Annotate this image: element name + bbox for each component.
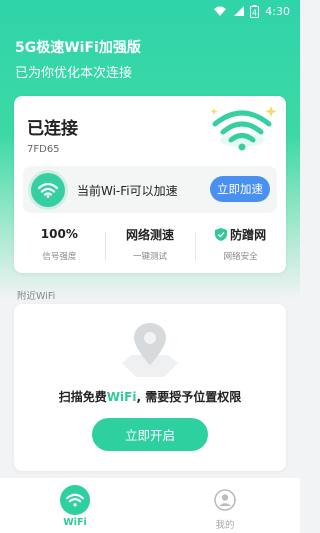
speed-test-stat[interactable]: 网络测速 一键测试: [104, 226, 196, 266]
connection-card: 已连接 7FD65 当前Wi-Fi可以加速 立即加速 100% 信号强度 网络测…: [14, 96, 286, 273]
cell-signal-icon: [232, 5, 245, 17]
shield-icon: [215, 227, 228, 241]
speed-test-value: 网络测速: [126, 227, 175, 242]
user-icon: [210, 485, 240, 515]
anti-freeload-value-row: 防蹭网: [195, 226, 286, 242]
wifi-signal-icon: [214, 5, 227, 17]
battery-icon: 4: [250, 5, 260, 18]
accelerate-button[interactable]: 立即加速: [210, 176, 270, 202]
accelerate-prompt: 当前Wi-Fi可以加速: [77, 184, 178, 198]
connection-status: 已连接: [27, 119, 78, 139]
nav-tab-mine-label: 我的: [215, 520, 235, 531]
app-title: 5G极速WiFi加强版: [15, 40, 141, 56]
bottom-navigation: WiFi 我的: [0, 478, 300, 533]
location-pin-icon: [122, 323, 178, 377]
app-subtitle: 已为你优化本次连接: [15, 66, 133, 81]
anti-freeload-stat[interactable]: 防蹭网 网络安全: [195, 226, 286, 266]
signal-strength-stat[interactable]: 100% 信号强度: [14, 226, 105, 266]
scan-text-highlight: WiFi: [106, 390, 137, 404]
clock-time: 4:30: [265, 4, 290, 18]
nearby-wifi-card: 扫描免费WiFi, 需要授予位置权限 立即开启: [14, 304, 286, 471]
location-permission-text: 扫描免费WiFi, 需要授予位置权限: [14, 388, 286, 405]
enable-location-button[interactable]: 立即开启: [92, 418, 208, 451]
nav-tab-mine[interactable]: 我的: [150, 478, 300, 533]
nav-tab-wifi[interactable]: WiFi: [0, 478, 150, 533]
nearby-wifi-label: 附近WiFi: [17, 291, 56, 302]
anti-freeload-value: 防蹭网: [230, 227, 267, 242]
signal-strength-label: 信号强度: [42, 252, 77, 262]
status-bar: 4 4:30: [0, 0, 300, 22]
battery-level: 4: [252, 9, 257, 18]
anti-freeload-label: 网络安全: [223, 252, 258, 262]
nav-tab-wifi-label: WiFi: [63, 517, 87, 528]
stats-row: 100% 信号强度 网络测速 一键测试 防蹭网 网络安全: [14, 226, 286, 266]
wifi-accelerate-icon: [31, 173, 65, 207]
speed-test-label: 一键测试: [133, 252, 168, 262]
wifi-connected-illustration-icon: [210, 106, 277, 151]
signal-strength-value: 100%: [40, 227, 78, 241]
network-ssid: 7FD65: [27, 144, 60, 155]
accelerate-row: 当前Wi-Fi可以加速 立即加速: [23, 166, 277, 213]
scan-text-prefix: 扫描免费: [58, 390, 107, 404]
wifi-icon: [60, 485, 90, 515]
scan-text-suffix: , 需要授予位置权限: [136, 390, 242, 404]
